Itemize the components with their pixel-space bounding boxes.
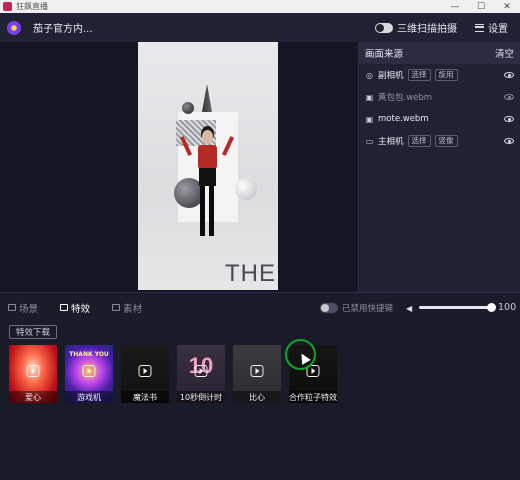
- effect-label: 比心: [233, 391, 281, 403]
- settings-button[interactable]: 设置: [475, 20, 508, 35]
- channel-name[interactable]: 茄子官方内...: [33, 20, 93, 35]
- shortcut-label: 已禁用快捷键: [342, 304, 394, 314]
- source-item[interactable]: ▣ 黄包包.webm: [359, 86, 520, 108]
- effect-game-console[interactable]: THANK YOU 游戏机: [65, 345, 113, 403]
- window-title: 狂飙直播: [16, 2, 48, 11]
- source-panel-title: 画面来源: [365, 49, 404, 60]
- presenter-figure: [179, 130, 235, 280]
- source-item[interactable]: ◎ 副相机 选择 旋用: [359, 64, 520, 86]
- maximize-button[interactable]: ☐: [468, 0, 494, 13]
- source-item[interactable]: ▣ mote.webm: [359, 108, 520, 130]
- source-name: 主相机: [378, 137, 404, 147]
- minimize-button[interactable]: —: [442, 0, 468, 13]
- materials-icon: [112, 304, 121, 311]
- volume-control: ◀ 100: [406, 302, 516, 313]
- image-icon: ▣: [365, 114, 374, 124]
- settings-label: 设置: [488, 24, 508, 35]
- source-item[interactable]: ▭ 主相机 选择 竖像: [359, 130, 520, 152]
- eye-icon[interactable]: [504, 116, 514, 122]
- play-icon: [26, 365, 40, 377]
- effect-label: 爱心: [9, 391, 57, 403]
- effect-countdown[interactable]: 10 10秒倒计时: [177, 345, 225, 403]
- qr-scan-toggle[interactable]: 三维扫描拍摄: [375, 20, 457, 35]
- effect-label: 魔法书: [121, 391, 169, 403]
- effect-heart[interactable]: 爱心: [9, 345, 57, 403]
- effects-area: 特效下载 爱心 THANK YOU 游戏机 魔法书 10 10秒倒计时 比心 合…: [0, 322, 520, 480]
- effect-magic-book[interactable]: 魔法书: [121, 345, 169, 403]
- effect-label: 合作粒子特效: [289, 391, 337, 403]
- effects-download-button[interactable]: 特效下载: [9, 325, 58, 339]
- play-icon: [250, 365, 264, 377]
- window-titlebar: 狂飙直播 — ☐ ✕: [0, 0, 520, 13]
- speaker-icon[interactable]: ◀: [406, 304, 414, 313]
- camera-icon: ◎: [366, 70, 373, 80]
- source-name: 副相机: [378, 71, 404, 81]
- play-icon: [82, 365, 96, 377]
- video-caption: THE: [225, 260, 276, 287]
- effect-finger-heart[interactable]: 比心: [233, 345, 281, 403]
- play-icon: [138, 365, 152, 377]
- backdrop-sphere-small: [182, 102, 194, 114]
- select-chip[interactable]: 选择: [407, 135, 431, 147]
- volume-slider-thumb[interactable]: [487, 303, 496, 312]
- volume-slider[interactable]: [419, 303, 496, 312]
- image-icon: ▣: [365, 92, 374, 102]
- tab-label: 特效: [71, 303, 91, 315]
- qr-scan-label: 三维扫描拍摄: [397, 24, 457, 35]
- play-icon: [194, 365, 208, 377]
- menu-icon: [475, 23, 484, 32]
- backdrop-cone: [202, 84, 212, 112]
- option-chip[interactable]: 旋用: [434, 69, 458, 81]
- scene-icon: [8, 304, 16, 311]
- volume-value: 100: [498, 302, 517, 313]
- effect-label: 10秒倒计时: [177, 391, 225, 403]
- effects-icon: [60, 304, 69, 311]
- select-chip[interactable]: 选择: [407, 69, 431, 81]
- app-icon: [3, 2, 12, 11]
- preview-area: THE: [0, 42, 358, 292]
- close-button[interactable]: ✕: [494, 0, 520, 13]
- tab-label: 素材: [123, 303, 143, 315]
- backdrop-sphere-light: [235, 178, 257, 200]
- avatar[interactable]: [7, 20, 21, 35]
- effect-label: 游戏机: [65, 391, 113, 403]
- clear-button[interactable]: 清空: [495, 46, 514, 60]
- eye-icon[interactable]: [504, 138, 514, 144]
- source-panel-header: 画面来源 清空: [359, 42, 520, 64]
- toggle-switch-icon[interactable]: [375, 22, 393, 33]
- tab-effects[interactable]: 特效: [60, 301, 90, 315]
- toggle-switch-icon[interactable]: [320, 303, 338, 313]
- app-header: 茄子官方内... 三维扫描拍摄 设置: [0, 13, 520, 42]
- source-name: 黄包包.webm: [378, 93, 433, 103]
- shortcut-toggle[interactable]: 已禁用快捷键: [320, 302, 393, 314]
- tab-materials[interactable]: 素材: [112, 301, 142, 315]
- eye-icon[interactable]: [504, 72, 514, 78]
- source-panel: 画面来源 清空 ◎ 副相机 选择 旋用 ▣ 黄包包.webm ▣ mote.we…: [358, 42, 520, 292]
- tab-label: 场景: [19, 303, 39, 315]
- option-chip[interactable]: 竖像: [434, 135, 458, 147]
- video-preview[interactable]: THE: [138, 42, 278, 290]
- video-camera-icon: ▭: [365, 136, 374, 146]
- tab-scene[interactable]: 场景: [8, 301, 38, 315]
- eye-icon[interactable]: [504, 94, 514, 100]
- thumb-text: THANK YOU: [69, 351, 109, 358]
- bottom-tabs-bar: 场景 特效 素材 已禁用快捷键 ◀ 100: [0, 292, 520, 322]
- source-name: mote.webm: [378, 114, 429, 124]
